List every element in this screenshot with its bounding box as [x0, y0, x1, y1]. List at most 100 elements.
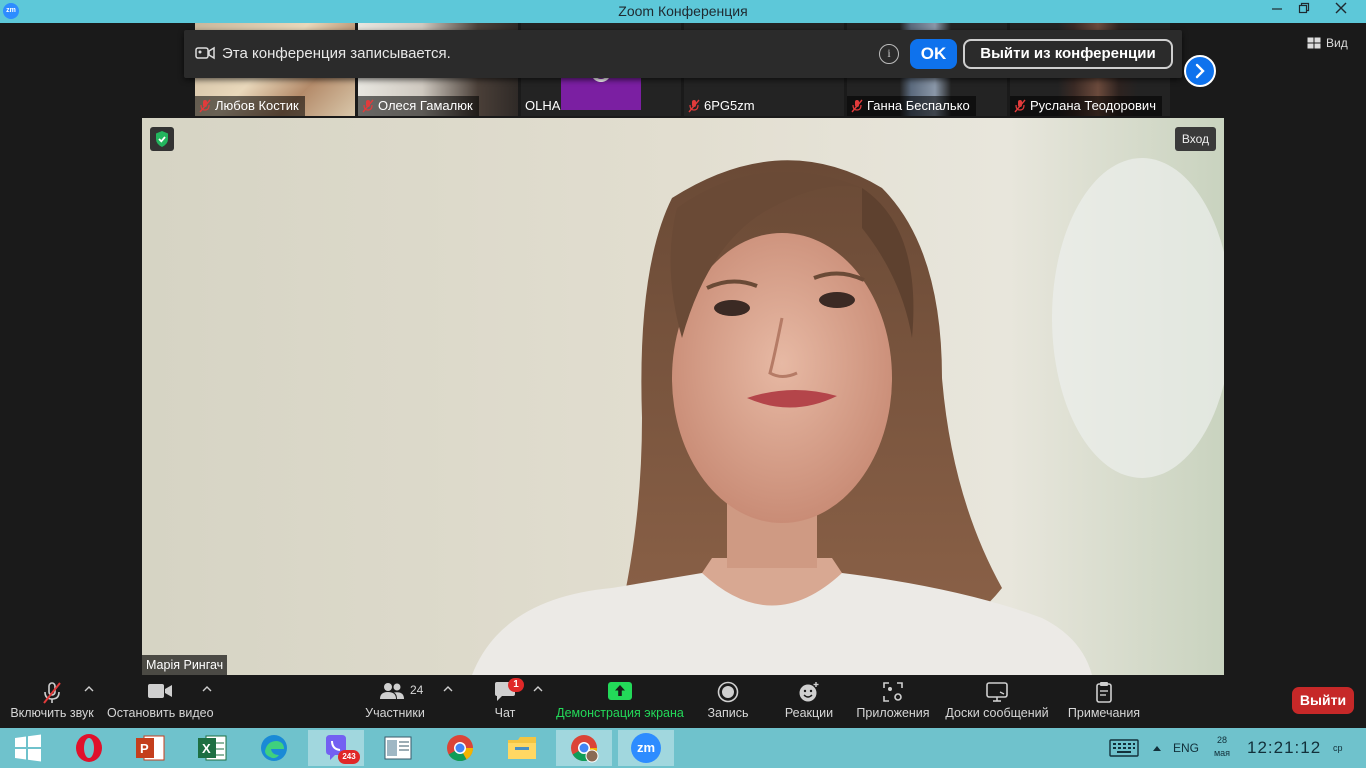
chat-button[interactable]: 1 Чат: [484, 675, 526, 728]
participant-name-tag: 6PG5zm: [684, 96, 761, 116]
whiteboard-icon: [986, 682, 1008, 702]
recording-banner: Эта конференция записывается. i OK Выйти…: [184, 30, 1182, 78]
date-day: 28: [1216, 735, 1227, 745]
share-screen-label: Демонстрация экрана: [556, 706, 684, 720]
chat-unread-badge: 1: [508, 678, 524, 692]
document-reader-icon: [384, 736, 412, 760]
share-screen-icon: [608, 682, 632, 700]
participant-name-tag: OLHA: [521, 96, 566, 116]
participants-count: 24: [410, 683, 424, 697]
zoom-window: zm Zoom Конференция Любов Костик Олеся Г…: [0, 0, 1366, 768]
viber-unread-badge: 243: [338, 750, 360, 764]
view-button[interactable]: Вид: [1307, 32, 1348, 54]
recording-message: Эта конференция записывается.: [222, 45, 451, 62]
enter-button[interactable]: Вход: [1174, 127, 1216, 151]
chevron-up-icon: [1153, 746, 1161, 751]
taskbar-zoom[interactable]: zm: [618, 730, 674, 766]
leave-button[interactable]: Выйти: [1292, 687, 1354, 714]
participant-name: Любов Костик: [215, 98, 299, 113]
participants-options-caret[interactable]: [443, 685, 453, 696]
windows-taskbar: P X 243 zm ENG 28 мая 12:21:12 ср: [0, 728, 1366, 768]
excel-icon: X: [198, 735, 227, 761]
edge-icon: [261, 735, 287, 761]
chevron-up-icon: [202, 686, 212, 692]
video-options-caret[interactable]: [202, 685, 212, 696]
apps-icon: [883, 682, 903, 702]
minimize-icon: [1272, 8, 1282, 10]
speaker-name-tag: Марія Рингач: [142, 655, 228, 675]
record-icon: [717, 681, 739, 703]
stop-video-label: Остановить видео: [107, 706, 214, 720]
meeting-toolbar: Включить звук Остановить видео 24 Участн…: [0, 675, 1366, 728]
mic-muted-icon: [688, 99, 700, 113]
unmute-label: Включить звук: [10, 706, 94, 720]
participant-name: OLHA: [525, 98, 561, 113]
reaction-smiley-icon: [799, 682, 819, 702]
chevron-right-icon: [1195, 63, 1205, 79]
taskbar-edge[interactable]: [246, 730, 302, 766]
ok-button[interactable]: OK: [910, 39, 957, 69]
restore-button[interactable]: [1289, 0, 1319, 23]
taskbar-chrome[interactable]: [432, 730, 488, 766]
date-month: мая: [1213, 748, 1231, 758]
notes-icon: [1096, 682, 1112, 703]
title-bar: zm Zoom Конференция: [0, 0, 1366, 23]
audio-options-caret[interactable]: [84, 685, 94, 696]
language-indicator[interactable]: ENG: [1173, 728, 1199, 768]
taskbar-file-explorer[interactable]: [494, 730, 550, 766]
participants-icon: [380, 683, 404, 699]
minimize-button[interactable]: [1262, 0, 1292, 23]
share-screen-button[interactable]: Демонстрация экрана: [556, 675, 684, 728]
zoom-taskbar-icon: zm: [631, 733, 661, 763]
taskbar-opera[interactable]: [61, 730, 117, 766]
unmute-button[interactable]: Включить звук: [6, 675, 98, 728]
participant-name: 6PG5zm: [704, 98, 755, 113]
windows-logo-icon: [15, 734, 41, 762]
whiteboards-button[interactable]: Доски сообщений: [944, 675, 1050, 728]
svg-text:P: P: [140, 741, 149, 756]
chevron-up-icon: [84, 686, 94, 692]
participant-name-tag: Руслана Теодорович: [1010, 96, 1162, 116]
taskbar-excel[interactable]: X: [184, 730, 240, 766]
chevron-up-icon: [533, 686, 543, 692]
taskbar-powerpoint[interactable]: P: [122, 730, 178, 766]
restore-icon: [1298, 2, 1310, 14]
keyboard-icon: [1109, 739, 1139, 757]
whiteboards-label: Доски сообщений: [945, 706, 1049, 720]
speaker-video-frame: [142, 118, 1224, 675]
date-indicator[interactable]: 28 мая: [1212, 734, 1232, 762]
chrome-profile-icon: [571, 735, 599, 763]
powerpoint-icon: P: [136, 735, 165, 761]
taskbar-reader[interactable]: [370, 730, 426, 766]
chat-options-caret[interactable]: [533, 685, 543, 696]
reactions-button[interactable]: Реакции: [780, 675, 838, 728]
close-button[interactable]: [1326, 0, 1356, 23]
participant-name: Олеся Гамалюк: [378, 98, 473, 113]
encryption-shield-button[interactable]: [150, 127, 174, 151]
touch-keyboard-button[interactable]: [1109, 728, 1139, 768]
mic-muted-icon: [1014, 99, 1026, 113]
leave-meeting-button[interactable]: Выйти из конференции: [963, 39, 1173, 69]
info-button[interactable]: i: [879, 44, 899, 64]
participants-button[interactable]: 24 Участники: [362, 675, 428, 728]
stop-video-button[interactable]: Остановить видео: [107, 675, 214, 728]
notes-button[interactable]: Примечания: [1066, 675, 1142, 728]
start-button[interactable]: [0, 730, 56, 766]
close-icon: [1335, 2, 1347, 14]
record-label: Запись: [707, 706, 749, 720]
record-button[interactable]: Запись: [702, 675, 754, 728]
participant-name: Ганна Беспалько: [867, 98, 970, 113]
video-camera-icon: [148, 684, 172, 698]
chevron-up-icon: [443, 686, 453, 692]
chrome-icon: [447, 735, 474, 762]
taskbar-viber[interactable]: 243: [308, 730, 364, 766]
clock-time[interactable]: 12:21:12: [1247, 728, 1321, 768]
apps-button[interactable]: Приложения: [854, 675, 932, 728]
opera-icon: [76, 734, 102, 762]
taskbar-chrome-profile[interactable]: [556, 730, 612, 766]
clock-weekday: ср: [1333, 743, 1343, 753]
show-hidden-icons-button[interactable]: [1152, 728, 1162, 768]
next-page-button[interactable]: [1184, 55, 1216, 87]
mic-muted-icon: [43, 682, 61, 704]
mic-muted-icon: [199, 99, 211, 113]
